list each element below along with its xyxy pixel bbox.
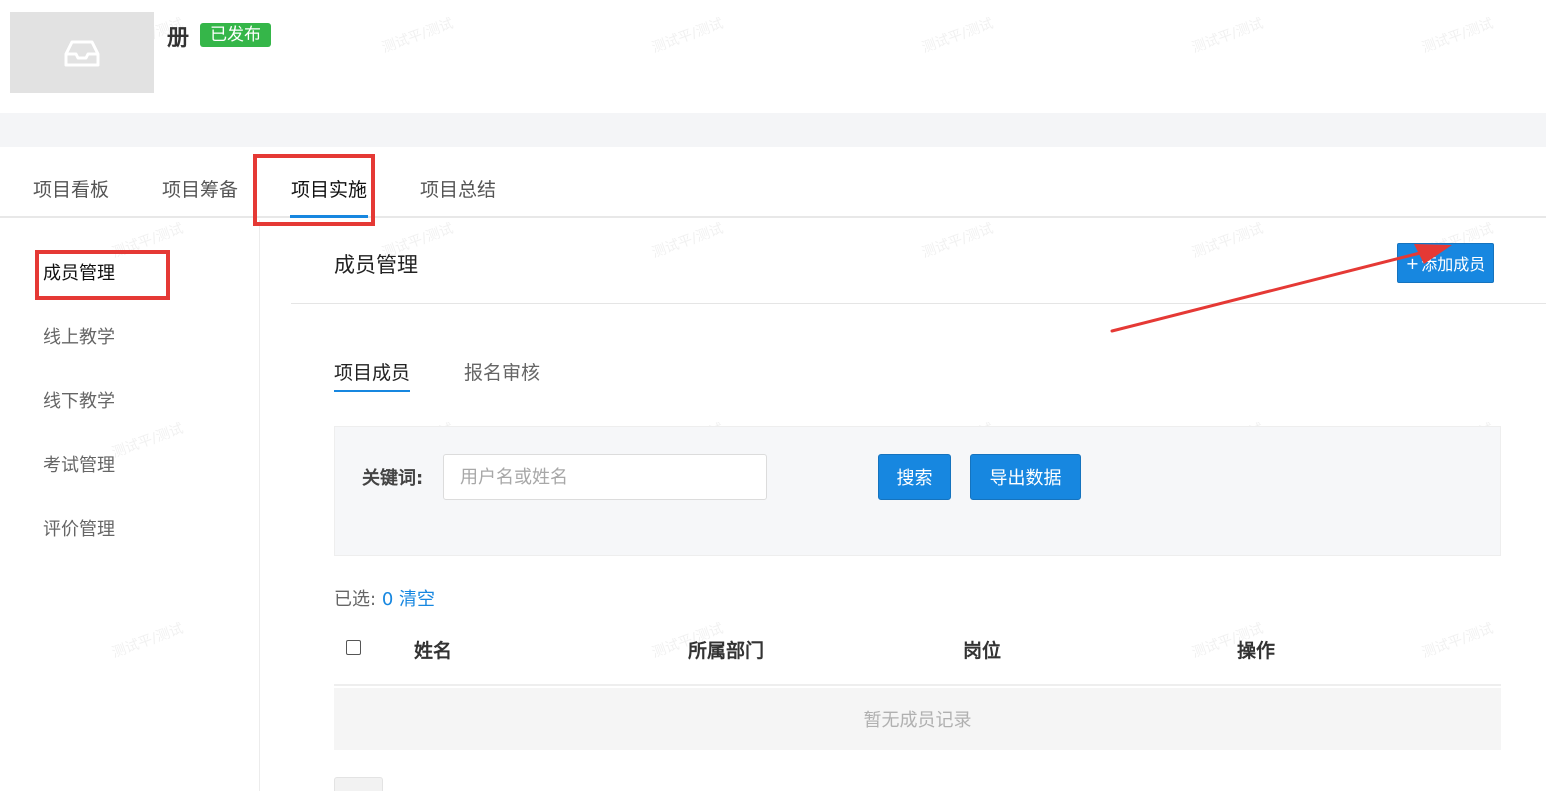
sidebar-item-offline-teaching[interactable]: 线下教学 (43, 387, 115, 413)
export-data-button[interactable]: 导出数据 (970, 454, 1081, 500)
status-badge: 已发布 (200, 23, 271, 47)
sidebar-item-member-management[interactable]: 成员管理 (43, 259, 115, 285)
active-tab-indicator (290, 215, 368, 218)
project-title: 册 (167, 26, 190, 51)
watermark: 测试平/测试 (1189, 15, 1266, 57)
tab-project-board[interactable]: 项目看板 (33, 175, 109, 202)
title-divider (291, 303, 1546, 304)
sidebar-item-evaluation-management[interactable]: 评价管理 (43, 515, 115, 541)
inbox-icon (64, 40, 100, 66)
selection-count: 0 (381, 589, 394, 610)
plus-icon: + (1405, 253, 1420, 273)
project-thumbnail (10, 12, 154, 93)
tab-project-summary[interactable]: 项目总结 (420, 175, 496, 202)
column-header-department: 所属部门 (688, 640, 765, 662)
column-header-position: 岗位 (963, 640, 1002, 662)
add-member-label: 添加成员 (1421, 255, 1486, 274)
tab-project-prep[interactable]: 项目筹备 (162, 175, 238, 202)
watermark: 测试平/测试 (649, 15, 726, 57)
selection-summary: 已选: 0 清空 (334, 585, 435, 611)
column-header-name: 姓名 (414, 640, 453, 662)
sidebar (0, 220, 260, 791)
pagination-button[interactable] (334, 777, 383, 791)
top-tab-bar: 项目看板 项目筹备 项目实施 项目总结 (0, 147, 1546, 218)
search-button[interactable]: 搜索 (878, 454, 951, 500)
subtab-project-members[interactable]: 项目成员 (334, 358, 410, 385)
column-header-actions: 操作 (1237, 640, 1276, 662)
sidebar-item-exam-management[interactable]: 考试管理 (43, 451, 115, 477)
watermark: 测试平/测试 (1189, 220, 1266, 262)
watermark: 测试平/测试 (919, 220, 996, 262)
page: 测试平/测试 测试平/测试 测试平/测试 测试平/测试 测试平/测试 测试平/测… (0, 0, 1546, 791)
subtab-registration-review[interactable]: 报名审核 (464, 358, 540, 385)
selection-prefix: 已选: (334, 589, 377, 610)
header-separator-band (0, 113, 1546, 147)
clear-selection-link[interactable]: 清空 (399, 589, 435, 610)
select-all-checkbox[interactable] (346, 640, 361, 655)
watermark: 测试平/测试 (1419, 15, 1496, 57)
table-header: 姓名 所属部门 岗位 操作 (334, 620, 1501, 686)
tab-project-implementation[interactable]: 项目实施 (291, 175, 367, 202)
watermark: 测试平/测试 (379, 15, 456, 57)
add-member-button[interactable]: + 添加成员 (1397, 243, 1494, 283)
keyword-input[interactable] (443, 454, 767, 500)
section-title: 成员管理 (334, 253, 418, 277)
watermark: 测试平/测试 (919, 15, 996, 57)
keyword-label: 关键词: (362, 468, 424, 489)
sidebar-item-online-teaching[interactable]: 线上教学 (43, 323, 115, 349)
watermark: 测试平/测试 (649, 220, 726, 262)
active-subtab-indicator (334, 390, 410, 392)
table-empty-row: 暂无成员记录 (334, 688, 1501, 750)
